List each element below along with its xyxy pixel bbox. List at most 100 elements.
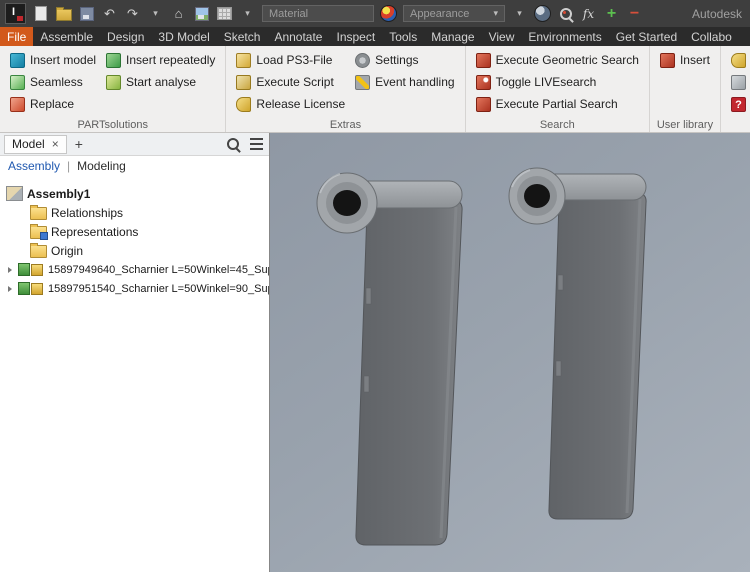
ribbon-column: Licenses System info/Sup Help <box>728 49 750 117</box>
material-select[interactable]: Material <box>262 5 374 22</box>
browser-tab-model[interactable]: Model × <box>4 135 67 154</box>
tree-item-assembly1[interactable]: Assembly1 <box>0 184 269 203</box>
new-file-button[interactable] <box>32 4 49 23</box>
subtab-divider: | <box>67 159 70 173</box>
undo-icon: ↶ <box>104 7 115 20</box>
user-library-insert-button[interactable]: Insert <box>657 49 713 71</box>
plus-icon: + <box>607 6 616 22</box>
hinge-right <box>509 168 646 519</box>
image-icon <box>195 7 209 21</box>
chevron-down-icon: ▾ <box>153 9 158 18</box>
home-view-button[interactable]: ⌂ <box>170 4 187 23</box>
parameters-button[interactable]: fx <box>580 4 597 23</box>
folder-icon <box>30 207 47 220</box>
button-label: Release License <box>256 97 345 111</box>
tab-assemble[interactable]: Assemble <box>33 27 100 46</box>
inventor-window: ↶ ↷ ▾ ⌂ ▾ Material Appearance ▾ ▾ fx + −… <box>0 0 750 572</box>
execute-script-button[interactable]: Execute Script <box>233 71 348 93</box>
ribbon-column: Insert model Seamless Replace <box>7 49 99 117</box>
appearance-select-value: Appearance <box>410 8 469 20</box>
licenses-button[interactable]: Licenses <box>728 49 750 71</box>
tab-3d-model[interactable]: 3D Model <box>151 27 216 46</box>
browser-search-icon[interactable] <box>227 138 239 150</box>
add-button[interactable]: + <box>603 4 620 23</box>
open-button[interactable] <box>55 4 72 23</box>
tree-item-part-45[interactable]: 15897949640_Scharnier L=50Winkel=45_Supp… <box>0 260 269 279</box>
insert-model-button[interactable]: Insert model <box>7 49 99 71</box>
model-browser-panel: Model × + Assembly | Modeling Assembly1 <box>0 133 270 572</box>
expander-icon[interactable] <box>8 286 12 292</box>
search-button[interactable] <box>557 4 574 23</box>
seamless-button[interactable]: Seamless <box>7 71 99 93</box>
home-icon: ⌂ <box>175 7 183 20</box>
search-icon <box>560 8 572 20</box>
start-analyse-icon <box>106 75 121 90</box>
tab-collaborate[interactable]: Collabo <box>684 27 739 46</box>
tree-item-representations[interactable]: Representations <box>0 222 269 241</box>
load-ps3-file-button[interactable]: Load PS3-File <box>233 49 348 71</box>
tab-get-started[interactable]: Get Started <box>609 27 684 46</box>
tab-sketch[interactable]: Sketch <box>217 27 268 46</box>
ribbon-column: Insert <box>657 49 713 117</box>
insert-repeatedly-button[interactable]: Insert repeatedly <box>103 49 218 71</box>
execute-partial-search-button[interactable]: Execute Partial Search <box>473 93 642 115</box>
tab-annotate[interactable]: Annotate <box>267 27 329 46</box>
new-file-icon <box>35 6 47 21</box>
tab-design[interactable]: Design <box>100 27 151 46</box>
start-analyse-button[interactable]: Start analyse <box>103 71 218 93</box>
execute-geometric-search-button[interactable]: Execute Geometric Search <box>473 49 642 71</box>
help-button[interactable]: Help <box>728 93 750 115</box>
event-handling-icon <box>355 75 370 90</box>
add-browser-tab-button[interactable]: + <box>72 137 86 151</box>
ribbon-group-help: Licenses System info/Sup Help <box>721 46 750 132</box>
remove-button[interactable]: − <box>626 4 643 23</box>
tab-file[interactable]: File <box>0 27 33 46</box>
tab-tools[interactable]: Tools <box>382 27 424 46</box>
subtab-assembly[interactable]: Assembly <box>8 159 60 173</box>
part-icon <box>18 263 44 276</box>
release-license-button[interactable]: Release License <box>233 93 348 115</box>
tree-item-part-90[interactable]: 15897951540_Scharnier L=50Winkel=90_Supp… <box>0 279 269 298</box>
geometric-search-icon <box>476 53 491 68</box>
close-icon[interactable]: × <box>52 138 59 150</box>
system-info-button[interactable]: System info/Sup <box>728 71 750 93</box>
button-label: Insert <box>680 53 710 67</box>
button-label: Toggle LIVEsearch <box>496 75 597 89</box>
redo-button[interactable]: ↷ <box>124 4 141 23</box>
browser-menu-icon[interactable] <box>250 138 263 150</box>
assembly-icon <box>6 186 23 201</box>
tree-item-relationships[interactable]: Relationships <box>0 203 269 222</box>
browser-tab-label: Model <box>12 137 45 151</box>
redo-dropdown[interactable]: ▾ <box>147 4 164 23</box>
table-button[interactable] <box>216 4 233 23</box>
table-dropdown[interactable]: ▾ <box>239 4 256 23</box>
load-ps3-file-icon <box>236 53 251 68</box>
toggle-livesearch-button[interactable]: Toggle LIVEsearch <box>473 71 642 93</box>
browser-tab-strip: Model × + <box>0 133 269 156</box>
viewport-3d[interactable] <box>270 133 750 572</box>
appearance-dropdown[interactable]: ▾ <box>511 4 528 23</box>
chevron-down-icon: ▾ <box>493 9 498 18</box>
tree-item-label: 15897951540_Scharnier L=50Winkel=90_Supp… <box>48 283 269 295</box>
settings-button[interactable]: Settings <box>352 49 457 71</box>
event-handling-button[interactable]: Event handling <box>352 71 457 93</box>
workspace: Model × + Assembly | Modeling Assembly1 <box>0 133 750 572</box>
tab-manage[interactable]: Manage <box>424 27 481 46</box>
ribbon-column: Execute Geometric Search Toggle LIVEsear… <box>473 49 642 117</box>
subtab-modeling[interactable]: Modeling <box>77 159 126 173</box>
render-button[interactable] <box>193 4 210 23</box>
insert-icon <box>660 53 675 68</box>
button-label: Settings <box>375 53 418 67</box>
seamless-icon <box>10 75 25 90</box>
tree-item-label: Representations <box>51 225 138 239</box>
appearance-select[interactable]: Appearance ▾ <box>403 5 505 22</box>
save-button[interactable] <box>78 4 95 23</box>
button-label: Event handling <box>375 75 454 89</box>
tab-environments[interactable]: Environments <box>521 27 608 46</box>
expander-icon[interactable] <box>8 267 12 273</box>
tab-view[interactable]: View <box>482 27 522 46</box>
replace-button[interactable]: Replace <box>7 93 99 115</box>
tree-item-origin[interactable]: Origin <box>0 241 269 260</box>
tab-inspect[interactable]: Inspect <box>329 27 382 46</box>
undo-button[interactable]: ↶ <box>101 4 118 23</box>
